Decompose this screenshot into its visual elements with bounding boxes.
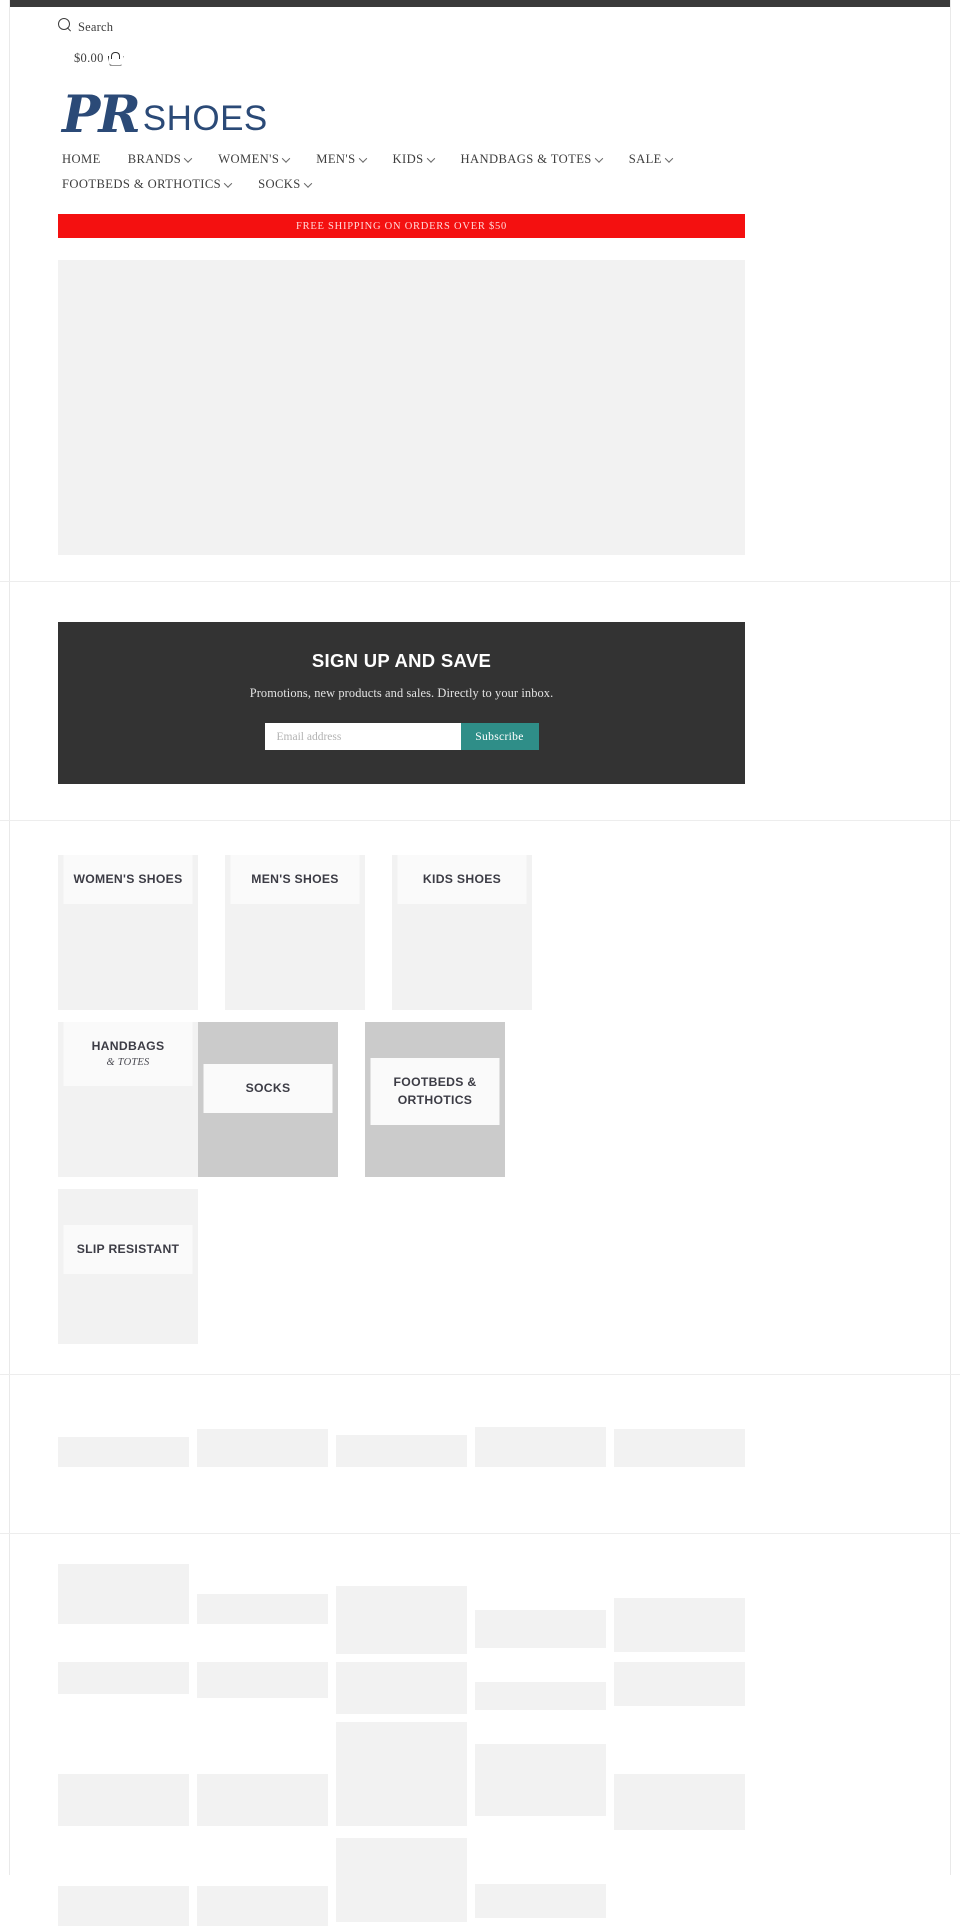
chevron-down-icon — [183, 153, 193, 163]
category-tile-label: FOOTBEDS & ORTHOTICS — [370, 1058, 500, 1125]
basket-icon — [108, 51, 122, 65]
placeholder-cell — [197, 1774, 328, 1826]
category-tile-subtitle: & TOTES — [106, 1057, 150, 1068]
chevron-down-icon — [426, 153, 435, 163]
nav-item-brands[interactable]: BRANDS — [127, 152, 193, 167]
chevron-down-icon — [303, 178, 312, 188]
placeholder-grid — [58, 1564, 745, 1926]
placeholder-cell — [614, 1598, 745, 1652]
placeholder-cell — [475, 1884, 606, 1918]
category-tile-womens-shoes[interactable]: WOMEN'S SHOES — [58, 855, 198, 1010]
category-tile-footbeds-orthotics[interactable]: FOOTBEDS & ORTHOTICS — [365, 1022, 505, 1177]
placeholder-cell — [197, 1594, 328, 1624]
placeholder-cell — [58, 1564, 189, 1624]
nav-item-home[interactable]: HOME — [62, 152, 101, 167]
nav-item-mens[interactable]: MEN'S — [316, 152, 367, 167]
chevron-down-icon — [664, 153, 674, 163]
product-grid-placeholder — [0, 1534, 960, 1926]
nav-item-sale[interactable]: SALE — [628, 152, 674, 167]
nav-label: KIDS — [392, 152, 424, 166]
logo-wordmark: SHOES — [142, 99, 268, 138]
content-placeholder-band — [0, 1375, 960, 1507]
placeholder-cell — [197, 1886, 328, 1926]
placeholder-cell — [197, 1662, 328, 1698]
nav-item-kids[interactable]: KIDS — [392, 152, 435, 167]
placeholder-cell — [58, 1774, 189, 1826]
chevron-down-icon — [358, 153, 367, 163]
newsletter-heading: SIGN UP AND SAVE — [311, 650, 492, 671]
placeholder-block — [614, 1429, 745, 1467]
nav-label: WOMEN'S — [218, 152, 280, 166]
nav-label: SOCKS — [258, 177, 301, 191]
nav-item-womens[interactable]: WOMEN'S — [218, 152, 291, 167]
placeholder-cell — [336, 1586, 467, 1654]
category-tile-kids-shoes[interactable]: KIDS SHOES — [392, 855, 532, 1010]
page-root: Search $0.00 PR SHOES HOME BRANDS WOMEN'… — [0, 0, 960, 1926]
placeholder-cell — [336, 1662, 467, 1714]
subscribe-button[interactable]: Subscribe — [460, 723, 539, 750]
placeholder-cell — [336, 1722, 467, 1826]
category-tile-title: HANDBAGS — [91, 1039, 165, 1053]
nav-label: MEN'S — [316, 152, 356, 166]
nav-label: HOME — [62, 152, 101, 166]
chevron-down-icon — [281, 153, 291, 163]
placeholder-cell — [475, 1682, 606, 1710]
placeholder-block — [58, 1437, 189, 1467]
placeholder-cell — [58, 1662, 189, 1694]
logo-monogram: PR — [62, 85, 141, 145]
nav-item-footbeds-orthotics[interactable]: FOOTBEDS & ORTHOTICS — [62, 177, 233, 192]
chevron-down-icon — [594, 153, 603, 163]
placeholder-block — [197, 1429, 328, 1467]
placeholder-cell — [614, 1774, 745, 1830]
placeholder-cell — [58, 1886, 189, 1926]
search-label: Search — [78, 20, 114, 34]
category-tile-handbags-totes[interactable]: HANDBAGS & TOTES — [58, 1022, 198, 1177]
category-tile-socks[interactable]: SOCKS — [198, 1022, 338, 1177]
main-navigation: HOME BRANDS WOMEN'S MEN'S KIDS HANDBAGS … — [0, 140, 760, 192]
nav-list: HOME BRANDS WOMEN'S MEN'S KIDS HANDBAGS … — [62, 152, 760, 192]
nav-label: SALE — [628, 152, 662, 166]
nav-label: BRANDS — [127, 152, 182, 166]
utility-bar: Search $0.00 — [0, 0, 960, 68]
placeholder-cell — [336, 1838, 467, 1922]
category-grid: WOMEN'S SHOES MEN'S SHOES KIDS SHOES HAN… — [0, 821, 687, 1356]
newsletter-section: SIGN UP AND SAVE Promotions, new product… — [0, 582, 960, 784]
category-tile-label: HANDBAGS & TOTES — [63, 1022, 193, 1086]
search-icon — [58, 18, 73, 33]
category-tile-label: KIDS SHOES — [397, 855, 527, 904]
placeholder-cell — [475, 1610, 606, 1648]
placeholder-cell — [475, 1744, 606, 1816]
hero-slideshow-placeholder[interactable] — [58, 260, 745, 555]
newsletter-panel: SIGN UP AND SAVE Promotions, new product… — [58, 622, 745, 784]
newsletter-subheading: Promotions, new products and sales. Dire… — [249, 686, 554, 700]
cart-total: $0.00 — [74, 50, 104, 65]
placeholder-block — [475, 1427, 606, 1467]
placeholder-block — [336, 1435, 467, 1467]
nav-label: FOOTBEDS & ORTHOTICS — [62, 177, 222, 191]
nav-item-handbags-totes[interactable]: HANDBAGS & TOTES — [460, 152, 603, 167]
search-trigger[interactable]: Search — [58, 10, 960, 34]
placeholder-cell — [614, 1662, 745, 1706]
email-field[interactable] — [264, 723, 461, 750]
category-tile-slip-resistant[interactable]: SLIP RESISTANT — [58, 1189, 198, 1344]
category-tile-label: SOCKS — [203, 1064, 333, 1113]
cart-link[interactable]: $0.00 — [58, 48, 960, 68]
placeholder-row — [58, 1415, 745, 1467]
chevron-down-icon — [223, 178, 233, 188]
newsletter-form: Subscribe — [264, 723, 539, 750]
category-tile-mens-shoes[interactable]: MEN'S SHOES — [225, 855, 365, 1010]
nav-label: HANDBAGS & TOTES — [460, 152, 592, 166]
site-logo[interactable]: PR SHOES — [0, 68, 960, 145]
promo-banner-text: FREE SHIPPING ON ORDERS OVER $50 — [296, 220, 507, 232]
category-tile-label: MEN'S SHOES — [230, 855, 360, 904]
nav-item-socks[interactable]: SOCKS — [258, 177, 312, 192]
promo-banner[interactable]: FREE SHIPPING ON ORDERS OVER $50 — [58, 214, 745, 238]
category-tile-label: WOMEN'S SHOES — [63, 855, 193, 904]
category-tile-label: SLIP RESISTANT — [63, 1225, 193, 1274]
